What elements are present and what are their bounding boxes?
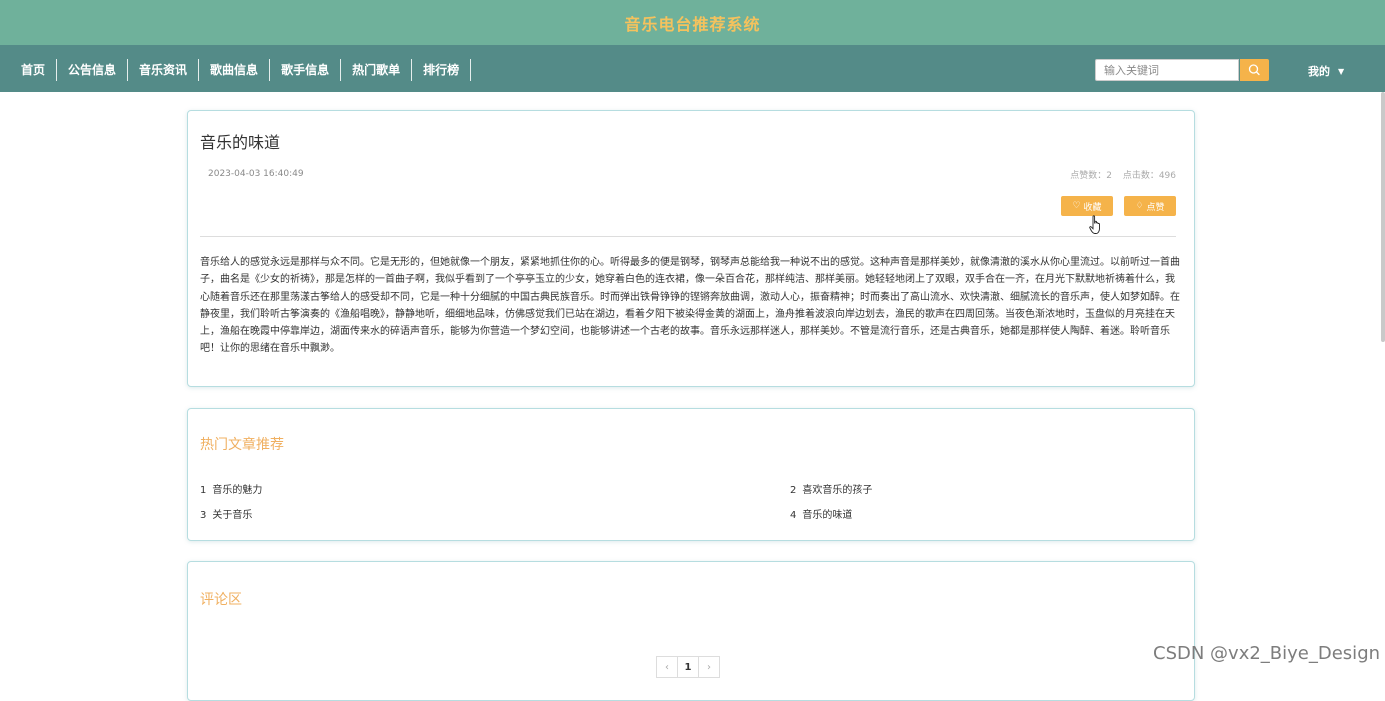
hot-article-item[interactable]: 1 音乐的魅力 [200,481,262,496]
nav-menu: 首页 公告信息 音乐资讯 歌曲信息 歌手信息 热门歌单 排行榜 [10,59,472,81]
favorite-label: 收藏 [1083,202,1102,213]
search-button[interactable] [1240,59,1269,81]
hot-articles-title: 热门文章推荐 [200,437,284,453]
comments-title: 评论区 [200,592,242,608]
like-count: 点赞数：2 [1070,171,1112,181]
hand-cursor-icon [1089,215,1100,234]
hot-article-title: 关于音乐 [212,510,253,521]
nav-item-announcements[interactable]: 公告信息 [57,59,129,81]
favorite-button[interactable]: ♡ 收藏 [1061,196,1113,216]
watermark: CSDN @vx2_Biye_Design [1153,643,1381,664]
hot-article-number: 3 [200,510,207,521]
nav-item-rankings[interactable]: 排行榜 [412,59,472,81]
hot-article-number: 1 [200,485,207,496]
hot-article-title: 音乐的魅力 [212,485,263,496]
hot-articles-card: 热门文章推荐 1 音乐的魅力 2 喜欢音乐的孩子 3 关于音乐 4 音乐的味道 [187,408,1195,541]
chevron-down-icon: ▼ [1338,67,1345,76]
hot-article-item[interactable]: 3 关于音乐 [200,506,252,521]
nav-item-songs[interactable]: 歌曲信息 [199,59,271,81]
user-menu[interactable]: 我的 ▼ [1308,63,1344,79]
page-scrollbar[interactable] [1381,92,1385,342]
hot-article-title: 音乐的味道 [802,510,853,521]
search-icon [1248,64,1260,76]
hot-article-item[interactable]: 4 音乐的味道 [790,506,852,521]
nav-item-home[interactable]: 首页 [10,59,58,81]
app-title: 音乐电台推荐系统 [624,14,761,34]
article-date: 2023-04-03 16:40:49 [208,169,304,179]
article-card: 音乐的味道 2023-04-03 16:40:49 点赞数：2 点击数：496 … [187,110,1195,387]
click-count: 点击数：496 [1122,171,1176,181]
app-title-bar: 音乐电台推荐系统 [0,0,1385,45]
hot-article-title: 喜欢音乐的孩子 [802,485,873,496]
user-menu-label: 我的 [1308,65,1330,78]
heart-icon: ♡ [1072,201,1081,211]
hot-article-number: 2 [790,485,797,496]
article-stats: 点赞数：2 点击数：496 [1062,168,1176,181]
pagination: ‹ 1 › [656,656,720,678]
divider [200,236,1176,237]
next-page-button[interactable]: › [698,656,720,678]
hot-article-item[interactable]: 2 喜欢音乐的孩子 [790,481,872,496]
search-input[interactable] [1095,59,1239,81]
prev-page-button[interactable]: ‹ [656,656,678,678]
like-button[interactable]: ♢ 点赞 [1124,196,1176,216]
thumbs-up-icon: ♢ [1135,201,1144,211]
comments-card: 评论区 ‹ 1 › [187,561,1195,701]
like-label: 点赞 [1146,202,1165,213]
page-number-button[interactable]: 1 [677,656,699,678]
article-content: 音乐给人的感觉永远是那样与众不同。它是无形的，但她就像一个朋友，紧紧地抓住你的心… [200,257,1180,355]
hot-article-number: 4 [790,510,797,521]
nav-item-singers[interactable]: 歌手信息 [270,59,342,81]
nav-item-music-news[interactable]: 音乐资讯 [128,59,200,81]
nav-item-hot-playlists[interactable]: 热门歌单 [341,59,413,81]
article-title: 音乐的味道 [200,133,281,152]
